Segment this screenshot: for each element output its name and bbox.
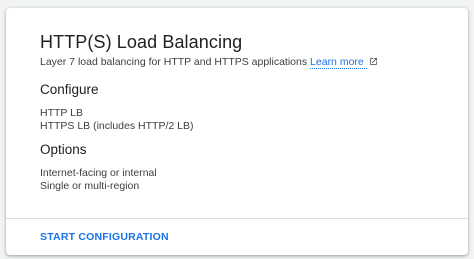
learn-more-link[interactable]: Learn more — [310, 56, 367, 69]
list-item: Internet-facing or internal — [40, 167, 157, 179]
card-title: HTTP(S) Load Balancing — [40, 32, 243, 52]
configure-heading: Configure — [40, 82, 99, 97]
options-heading: Options — [40, 142, 87, 157]
options-list: Internet-facing or internal Single or mu… — [40, 167, 157, 193]
list-item: HTTPS LB (includes HTTP/2 LB) — [40, 120, 194, 132]
configure-list: HTTP LB HTTPS LB (includes HTTP/2 LB) — [40, 107, 193, 133]
description-text: Layer 7 load balancing for HTTP and HTTP… — [40, 56, 308, 68]
list-item: Single or multi-region — [40, 180, 140, 192]
card-description: Layer 7 load balancing for HTTP and HTTP… — [40, 56, 378, 69]
list-item: HTTP LB — [40, 107, 83, 119]
open-in-new-icon[interactable] — [369, 57, 378, 69]
start-configuration-button[interactable]: START CONFIGURATION — [40, 231, 169, 243]
learn-more-label: Learn more — [310, 56, 364, 68]
load-balancing-card: HTTP(S) Load Balancing Layer 7 load bala… — [6, 8, 468, 255]
card-divider — [6, 218, 468, 219]
